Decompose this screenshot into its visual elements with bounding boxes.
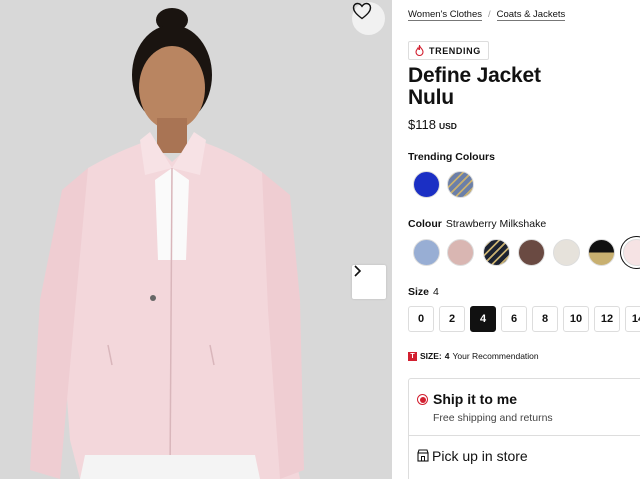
size-option-2[interactable]: 2 [439, 306, 465, 332]
pickup-title: Pick up in store [432, 448, 528, 464]
wishlist-button[interactable] [352, 2, 385, 35]
size-rec-icon: T [408, 351, 417, 361]
colour-swatch-2[interactable] [447, 239, 474, 266]
model-photo [0, 0, 392, 479]
trending-swatch-bright-blue[interactable] [413, 171, 440, 198]
product-title-line2: Nulu [408, 86, 454, 109]
breadcrumb: Women's Clothes / Coats & Jackets [408, 9, 566, 21]
colour-label: Colour Strawberry Milkshake [408, 218, 546, 230]
size-selected-value: 4 [433, 286, 439, 298]
size-option-0[interactable]: 0 [408, 306, 434, 332]
price-currency: USD [438, 121, 457, 131]
store-icon [417, 449, 429, 462]
flame-icon [415, 45, 424, 56]
size-option-12[interactable]: 12 [594, 306, 620, 332]
size-rec-text: Your Recommendation [452, 351, 539, 361]
size-option-6[interactable]: 6 [501, 306, 527, 332]
colour-swatch-1[interactable] [413, 239, 440, 266]
colour-swatch-strawberry-milkshake[interactable] [623, 239, 640, 266]
product-details: Women's Clothes / Coats & Jackets TRENDING… [392, 0, 640, 479]
price-amount: $118 [408, 117, 436, 132]
next-image-button[interactable] [352, 265, 386, 299]
trending-label: TRENDING [429, 45, 481, 56]
colour-selected-name: Strawberry Milkshake [445, 218, 547, 230]
size-label-text: Size [408, 286, 430, 298]
ship-subtitle: Free shipping and returns [433, 412, 553, 424]
chevron-right-icon [354, 265, 362, 277]
delivery-options: Ship it to me Free shipping and returns … [408, 378, 640, 479]
size-recommendation: T SIZE: 4 Your Recommendation [408, 351, 539, 361]
colour-swatch-3[interactable] [483, 239, 510, 266]
size-label: Size 4 [408, 286, 439, 298]
size-option-10[interactable]: 10 [563, 306, 589, 332]
colour-swatch-4[interactable] [518, 239, 545, 266]
pickup-option[interactable]: Pick up in store [409, 437, 640, 479]
heart-icon [352, 2, 372, 20]
trending-badge: TRENDING [408, 41, 489, 60]
breadcrumb-separator: / [487, 9, 491, 20]
breadcrumb-coats-jackets[interactable]: Coats & Jackets [496, 9, 566, 21]
ship-option[interactable]: Ship it to me Free shipping and returns [409, 379, 640, 436]
colour-swatch-6[interactable] [588, 239, 615, 266]
size-option-14[interactable]: 14 [625, 306, 640, 332]
trending-colours-label: Trending Colours [408, 151, 495, 163]
breadcrumb-womens-clothes[interactable]: Women's Clothes [408, 9, 482, 21]
size-option-8[interactable]: 8 [532, 306, 558, 332]
size-rec-value: 4 [444, 351, 450, 361]
colour-label-text: Colour [408, 218, 442, 230]
size-option-4[interactable]: 4 [470, 306, 496, 332]
trending-swatch-blue-stripe[interactable] [447, 171, 474, 198]
ship-title: Ship it to me [433, 391, 517, 407]
product-price: $118 USD [408, 117, 457, 132]
size-rec-prefix: SIZE: [420, 351, 442, 361]
ship-radio[interactable] [417, 394, 428, 405]
colour-swatch-5[interactable] [553, 239, 580, 266]
product-title: Define Jacket Nulu [408, 65, 541, 109]
product-image[interactable] [0, 0, 392, 479]
product-title-line1: Define Jacket [408, 64, 541, 87]
